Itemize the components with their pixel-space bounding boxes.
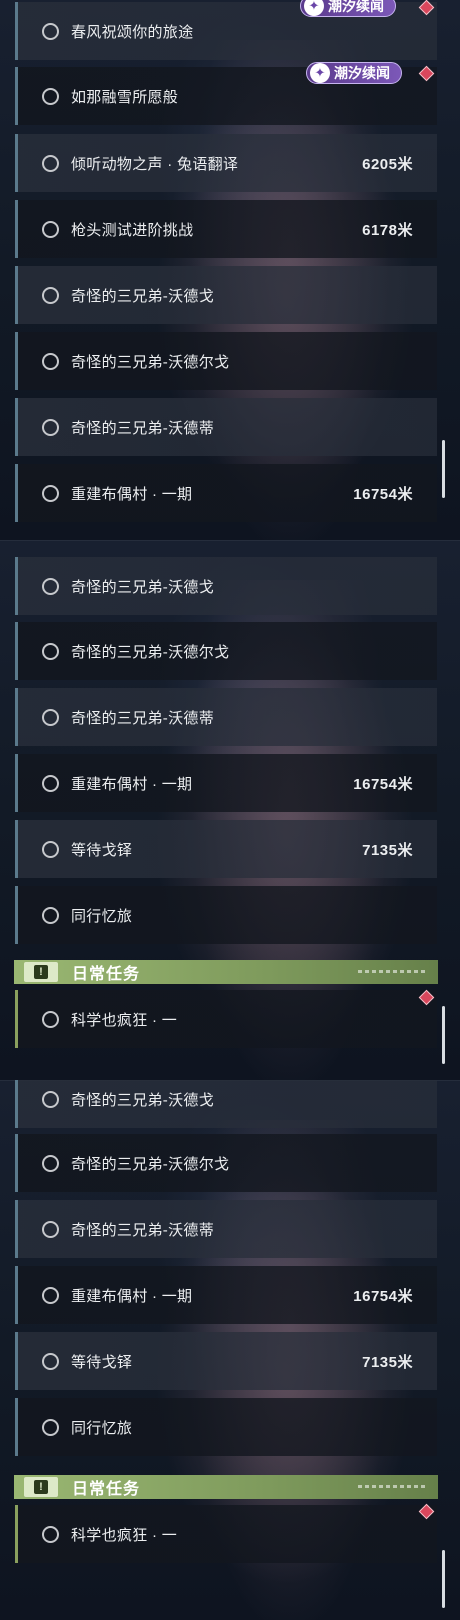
quest-row[interactable]: 枪头测试进阶挑战 6178米 xyxy=(15,200,437,258)
quest-title: 枪头测试进阶挑战 xyxy=(71,221,194,239)
quest-title: 奇怪的三兄弟-沃德蒂 xyxy=(71,1221,214,1239)
quest-distance: 6205米 xyxy=(362,155,413,173)
quest-row[interactable]: 同行忆旅 xyxy=(15,1398,437,1456)
radio-circle-icon[interactable] xyxy=(42,1525,59,1543)
radio-circle-icon[interactable] xyxy=(42,577,59,595)
quest-row[interactable]: 奇怪的三兄弟-沃德尔戈 xyxy=(15,622,437,680)
radio-circle-icon[interactable] xyxy=(42,774,59,792)
exclamation-icon: ! xyxy=(24,1477,58,1497)
radio-circle-icon[interactable] xyxy=(42,352,59,370)
radio-circle-icon[interactable] xyxy=(42,1352,59,1370)
quest-row[interactable]: 奇怪的三兄弟-沃德蒂 xyxy=(15,1200,437,1258)
quest-row[interactable]: 奇怪的三兄弟-沃德戈 xyxy=(15,1080,437,1128)
quest-title: 奇怪的三兄弟-沃德尔戈 xyxy=(71,353,230,371)
tag-label: 潮汐续闻 xyxy=(334,65,390,81)
section-header-daily[interactable]: ! 日常任务 xyxy=(14,1475,438,1499)
radio-circle-icon[interactable] xyxy=(42,1154,59,1172)
radio-circle-icon[interactable] xyxy=(42,1418,59,1436)
quest-title: 如那融雪所愿般 xyxy=(71,88,179,106)
radio-circle-icon[interactable] xyxy=(42,22,59,40)
quest-list-panel-1: 春风祝颂你的旅途 ✦ 潮汐续闻 如那融雪所愿般 ✦ 潮汐续闻 倾听动物之声 · … xyxy=(0,0,460,540)
radio-circle-icon[interactable] xyxy=(42,154,59,172)
section-title: 日常任务 xyxy=(72,1481,141,1498)
exclamation-icon: ! xyxy=(24,962,58,982)
quest-row[interactable]: 重建布偶村 · 一期 16754米 xyxy=(15,464,437,522)
radio-circle-icon[interactable] xyxy=(42,418,59,436)
scrollbar[interactable] xyxy=(442,1006,445,1064)
quest-title: 春风祝颂你的旅途 xyxy=(71,23,194,41)
quest-row[interactable]: 奇怪的三兄弟-沃德戈 xyxy=(15,557,437,615)
radio-circle-icon[interactable] xyxy=(42,1010,59,1028)
quest-list-panel-2: 奇怪的三兄弟-沃德戈 奇怪的三兄弟-沃德尔戈 奇怪的三兄弟-沃德蒂 重建布偶村 … xyxy=(0,540,460,1080)
quest-row[interactable]: 等待戈铎 7135米 xyxy=(15,820,437,878)
radio-circle-icon[interactable] xyxy=(42,1220,59,1238)
quest-title: 重建布偶村 · 一期 xyxy=(71,775,193,793)
quest-distance: 16754米 xyxy=(353,1287,413,1305)
scrollbar[interactable] xyxy=(442,440,445,498)
radio-circle-icon[interactable] xyxy=(42,642,59,660)
decorative-lines xyxy=(358,970,428,973)
tide-icon: ✦ xyxy=(304,0,324,16)
quest-row[interactable]: 奇怪的三兄弟-沃德蒂 xyxy=(15,688,437,746)
tide-icon: ✦ xyxy=(310,63,330,83)
quest-distance: 7135米 xyxy=(362,841,413,859)
quest-row[interactable]: 等待戈铎 7135米 xyxy=(15,1332,437,1390)
quest-row[interactable]: 同行忆旅 xyxy=(15,886,437,944)
tide-tag: ✦ 潮汐续闻 xyxy=(306,62,402,84)
quest-row[interactable]: 科学也疯狂 · 一 xyxy=(15,990,437,1048)
radio-circle-icon[interactable] xyxy=(42,1090,59,1108)
section-header-daily[interactable]: ! 日常任务 xyxy=(14,960,438,984)
quest-title: 奇怪的三兄弟-沃德尔戈 xyxy=(71,643,230,661)
divider xyxy=(0,540,460,541)
quest-title: 倾听动物之声 · 兔语翻译 xyxy=(71,155,239,173)
quest-distance: 7135米 xyxy=(362,1353,413,1371)
quest-row[interactable]: 奇怪的三兄弟-沃德尔戈 xyxy=(15,1134,437,1192)
quest-title: 同行忆旅 xyxy=(71,907,133,925)
scrollbar[interactable] xyxy=(442,1550,445,1608)
quest-title: 奇怪的三兄弟-沃德戈 xyxy=(71,287,214,305)
quest-row[interactable]: 奇怪的三兄弟-沃德尔戈 xyxy=(15,332,437,390)
quest-title: 奇怪的三兄弟-沃德戈 xyxy=(71,1091,214,1109)
tag-label: 潮汐续闻 xyxy=(328,0,384,14)
radio-circle-icon[interactable] xyxy=(42,840,59,858)
quest-title: 科学也疯狂 · 一 xyxy=(71,1526,178,1544)
quest-title: 科学也疯狂 · 一 xyxy=(71,1011,178,1029)
quest-title: 奇怪的三兄弟-沃德蒂 xyxy=(71,419,214,437)
quest-row[interactable]: 奇怪的三兄弟-沃德戈 xyxy=(15,266,437,324)
radio-circle-icon[interactable] xyxy=(42,708,59,726)
radio-circle-icon[interactable] xyxy=(42,906,59,924)
quest-title: 奇怪的三兄弟-沃德尔戈 xyxy=(71,1155,230,1173)
quest-title: 等待戈铎 xyxy=(71,841,133,859)
quest-distance: 6178米 xyxy=(362,221,413,239)
quest-title: 奇怪的三兄弟-沃德戈 xyxy=(71,578,214,596)
decorative-lines xyxy=(358,1485,428,1488)
quest-row[interactable]: 重建布偶村 · 一期 16754米 xyxy=(15,1266,437,1324)
section-title: 日常任务 xyxy=(72,966,141,983)
quest-list-panel-3: 奇怪的三兄弟-沃德戈 奇怪的三兄弟-沃德尔戈 奇怪的三兄弟-沃德蒂 重建布偶村 … xyxy=(0,1080,460,1620)
radio-circle-icon[interactable] xyxy=(42,220,59,238)
quest-title: 奇怪的三兄弟-沃德蒂 xyxy=(71,709,214,727)
quest-row[interactable]: 重建布偶村 · 一期 16754米 xyxy=(15,754,437,812)
quest-row[interactable]: 奇怪的三兄弟-沃德蒂 xyxy=(15,398,437,456)
quest-row[interactable]: 倾听动物之声 · 兔语翻译 6205米 xyxy=(15,134,437,192)
tide-tag: ✦ 潮汐续闻 xyxy=(300,0,396,17)
quest-title: 同行忆旅 xyxy=(71,1419,133,1437)
radio-circle-icon[interactable] xyxy=(42,1286,59,1304)
radio-circle-icon[interactable] xyxy=(42,286,59,304)
quest-row[interactable]: 科学也疯狂 · 一 xyxy=(15,1505,437,1563)
quest-title: 重建布偶村 · 一期 xyxy=(71,485,193,503)
quest-distance: 16754米 xyxy=(353,775,413,793)
radio-circle-icon[interactable] xyxy=(42,87,59,105)
quest-title: 等待戈铎 xyxy=(71,1353,133,1371)
quest-distance: 16754米 xyxy=(353,485,413,503)
radio-circle-icon[interactable] xyxy=(42,484,59,502)
quest-title: 重建布偶村 · 一期 xyxy=(71,1287,193,1305)
